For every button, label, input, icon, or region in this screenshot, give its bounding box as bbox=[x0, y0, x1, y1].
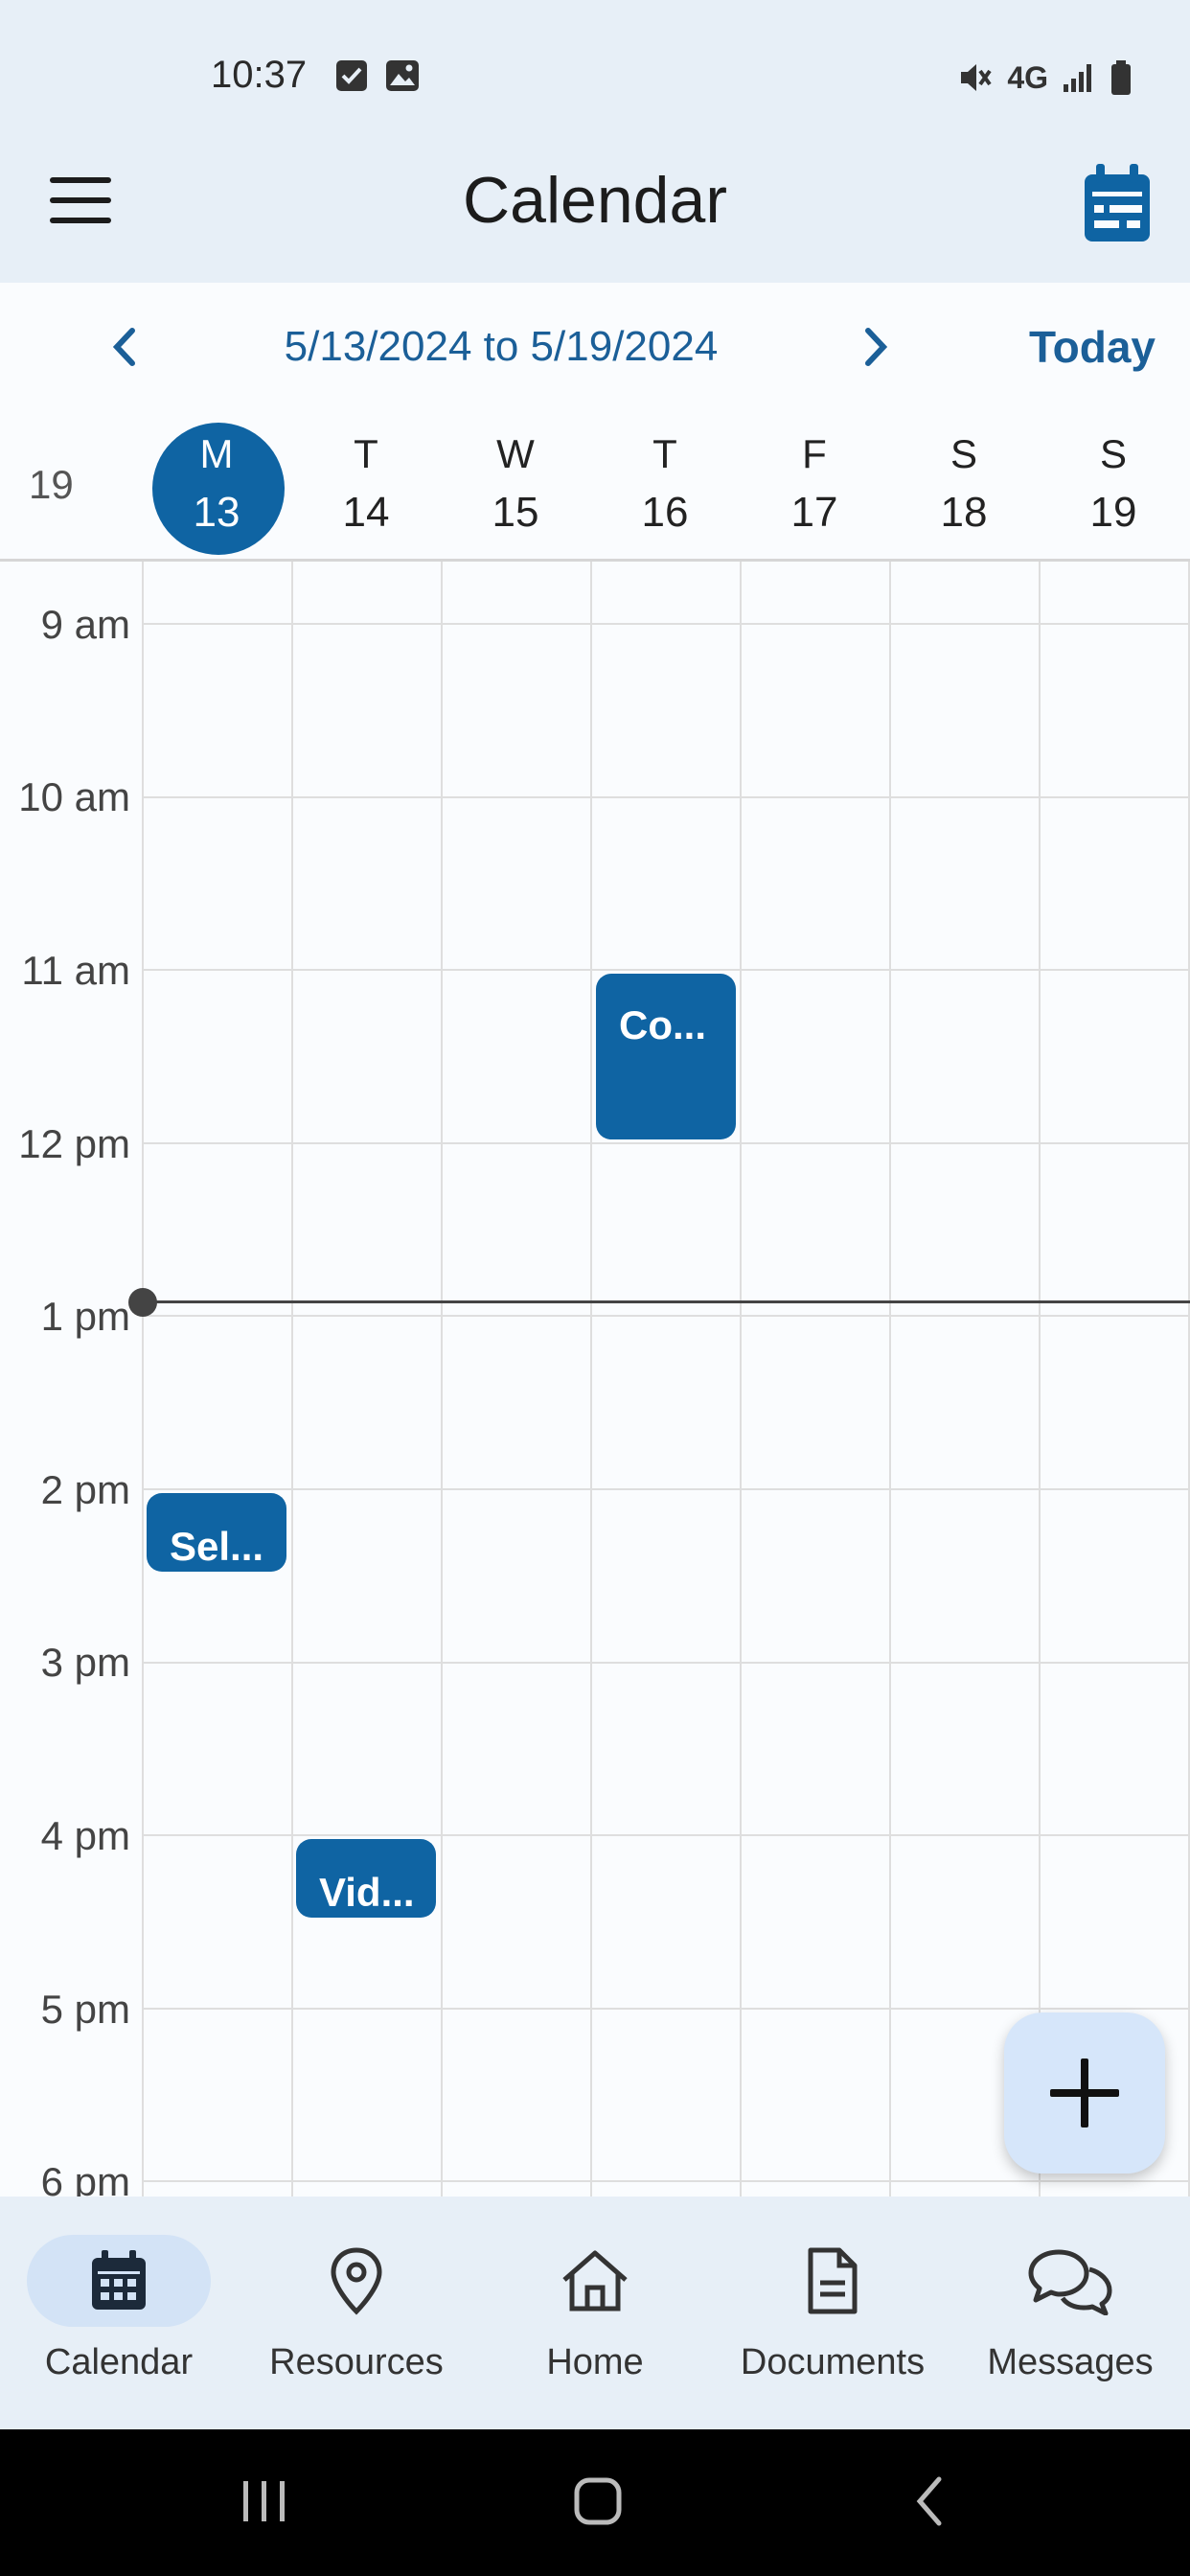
nav-label: Resources bbox=[269, 2342, 444, 2382]
day-letter: T bbox=[652, 431, 677, 476]
calendar-view-icon[interactable] bbox=[1079, 161, 1156, 247]
grid-divider bbox=[889, 562, 891, 2196]
grid-divider bbox=[142, 562, 144, 2196]
week-navigation: 5/13/2024 to 5/19/2024 Today bbox=[0, 283, 1190, 417]
nav-item-messages[interactable]: Messages bbox=[951, 2235, 1189, 2407]
nav-item-home[interactable]: Home bbox=[476, 2235, 714, 2407]
nav-label: Home bbox=[546, 2342, 644, 2382]
back-icon[interactable] bbox=[893, 2468, 970, 2535]
home-system-icon[interactable] bbox=[560, 2468, 636, 2535]
day-number: 18 bbox=[940, 489, 988, 536]
nav-label: Messages bbox=[987, 2342, 1154, 2382]
hour-label: 2 pm bbox=[40, 1467, 130, 1512]
day-number: 16 bbox=[641, 489, 689, 536]
hour-label: 5 pm bbox=[40, 1987, 130, 2032]
hour-label: 12 pm bbox=[18, 1121, 130, 1166]
image-icon bbox=[386, 60, 419, 91]
hour-label: 3 pm bbox=[40, 1640, 130, 1685]
grid-divider bbox=[144, 796, 1190, 798]
calendar-event[interactable]: Co... bbox=[596, 974, 736, 1139]
chevron-right-icon[interactable] bbox=[855, 323, 897, 371]
day-number: 15 bbox=[492, 489, 539, 536]
day-column-header[interactable]: W 15 bbox=[441, 412, 590, 562]
battery-icon bbox=[1111, 60, 1131, 95]
day-letter: F bbox=[802, 431, 827, 476]
grid-divider bbox=[144, 1142, 1190, 1144]
hour-label: 1 pm bbox=[40, 1294, 130, 1339]
week-range-label[interactable]: 5/13/2024 to 5/19/2024 bbox=[0, 323, 1002, 371]
day-letter: S bbox=[950, 431, 977, 476]
hour-label: 9 am bbox=[40, 602, 130, 647]
day-letter: M bbox=[199, 431, 234, 476]
day-number: 17 bbox=[790, 489, 838, 536]
page-title: Calendar bbox=[463, 164, 727, 237]
bottom-navigation: Calendar Resources Home Documents Messag… bbox=[0, 2196, 1190, 2429]
grid-divider bbox=[1039, 562, 1041, 2196]
day-number: 14 bbox=[342, 489, 390, 536]
week-time-grid[interactable]: 9 am 10 am 11 am 12 pm 1 pm 2 pm 3 pm 4 … bbox=[0, 562, 1190, 2196]
location-pin-icon bbox=[331, 2247, 382, 2315]
checkbox-icon bbox=[336, 60, 367, 91]
document-icon bbox=[808, 2247, 858, 2314]
day-column-header[interactable]: S 18 bbox=[889, 412, 1039, 562]
status-time: 10:37 bbox=[211, 54, 308, 96]
nav-label: Documents bbox=[740, 2342, 926, 2382]
grid-divider bbox=[144, 623, 1190, 625]
plus-icon-stroke bbox=[1081, 2058, 1088, 2128]
grid-divider bbox=[144, 1662, 1190, 1664]
hour-label: 6 pm bbox=[40, 2159, 130, 2196]
hour-label: 10 am bbox=[18, 774, 130, 819]
calendar-event[interactable]: Sel... bbox=[147, 1493, 286, 1572]
status-system-icons: 4G bbox=[957, 59, 1133, 96]
grid-divider bbox=[144, 2180, 1190, 2182]
grid-divider bbox=[144, 2008, 1190, 2010]
week-day-header: 19 M 13 T 14 W 15 T 16 F 17 S 18 S 19 bbox=[0, 412, 1190, 562]
home-icon bbox=[562, 2250, 628, 2312]
nav-active-indicator bbox=[27, 2235, 211, 2327]
today-button[interactable]: Today bbox=[1029, 321, 1156, 373]
nav-icon-container bbox=[741, 2235, 925, 2327]
system-navigation-bar bbox=[0, 2429, 1190, 2576]
nav-item-calendar[interactable]: Calendar bbox=[0, 2235, 238, 2407]
day-column-header[interactable]: S 19 bbox=[1039, 412, 1188, 562]
nav-icon-container bbox=[503, 2235, 687, 2327]
app-bar: Calendar bbox=[0, 125, 1190, 283]
recent-apps-icon[interactable] bbox=[226, 2468, 303, 2535]
grid-divider bbox=[590, 562, 592, 2196]
nav-item-resources[interactable]: Resources bbox=[238, 2235, 475, 2407]
day-number: 19 bbox=[1089, 489, 1137, 536]
hour-label: 4 pm bbox=[40, 1813, 130, 1858]
grid-divider bbox=[144, 969, 1190, 971]
nav-icon-container bbox=[264, 2235, 448, 2327]
chat-icon bbox=[1028, 2249, 1112, 2315]
week-number: 19 bbox=[29, 462, 74, 507]
grid-divider bbox=[441, 562, 443, 2196]
day-column-header[interactable]: T 14 bbox=[291, 412, 441, 562]
current-time-line bbox=[144, 1300, 1190, 1303]
day-column-header[interactable]: T 16 bbox=[590, 412, 740, 562]
day-letter: S bbox=[1099, 431, 1127, 476]
grid-divider bbox=[291, 562, 293, 2196]
status-notification-icons bbox=[335, 59, 420, 92]
grid-divider bbox=[740, 562, 742, 2196]
add-event-button[interactable] bbox=[1004, 2012, 1165, 2174]
network-type-label: 4G bbox=[1007, 59, 1048, 95]
day-column-header[interactable]: M 13 bbox=[142, 412, 291, 562]
nav-label: Calendar bbox=[44, 2342, 194, 2382]
mute-icon bbox=[961, 64, 992, 91]
grid-divider bbox=[144, 1315, 1190, 1317]
calendar-icon bbox=[92, 2250, 146, 2310]
current-time-dot bbox=[128, 1288, 157, 1317]
signal-icon bbox=[1064, 64, 1091, 92]
nav-item-documents[interactable]: Documents bbox=[714, 2235, 951, 2407]
grid-divider bbox=[144, 1834, 1190, 1836]
day-number: 13 bbox=[193, 489, 240, 536]
hour-label: 11 am bbox=[21, 948, 130, 993]
day-letter: T bbox=[354, 431, 378, 476]
day-letter: W bbox=[496, 431, 535, 476]
grid-divider bbox=[144, 1488, 1190, 1490]
day-column-header[interactable]: F 17 bbox=[740, 412, 889, 562]
nav-icon-container bbox=[978, 2235, 1162, 2327]
calendar-event[interactable]: Vid... bbox=[296, 1839, 436, 1918]
